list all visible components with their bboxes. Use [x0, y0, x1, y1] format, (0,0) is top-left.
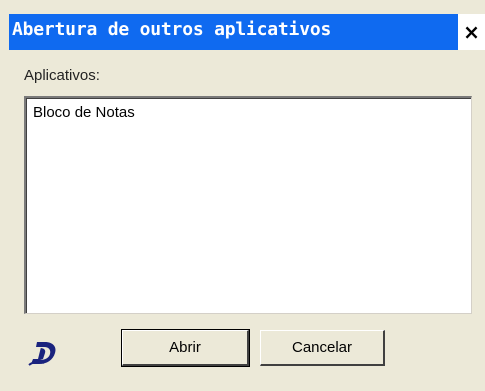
applications-listbox[interactable]: Bloco de Notas [24, 96, 472, 314]
open-button[interactable]: Abrir [121, 329, 250, 367]
app-logo-d-icon [28, 342, 56, 366]
applications-label: Aplicativos: [24, 67, 100, 84]
window-title: Abertura de outros aplicativos [12, 19, 332, 40]
list-item[interactable]: Bloco de Notas [33, 104, 135, 121]
cancel-button[interactable]: Cancelar [260, 330, 385, 366]
title-bar[interactable]: Abertura de outros aplicativos × [0, 0, 485, 59]
dialog-window: Abertura de outros aplicativos × Aplicat… [0, 0, 485, 391]
close-icon: × [463, 20, 480, 44]
close-button[interactable]: × [458, 14, 485, 50]
